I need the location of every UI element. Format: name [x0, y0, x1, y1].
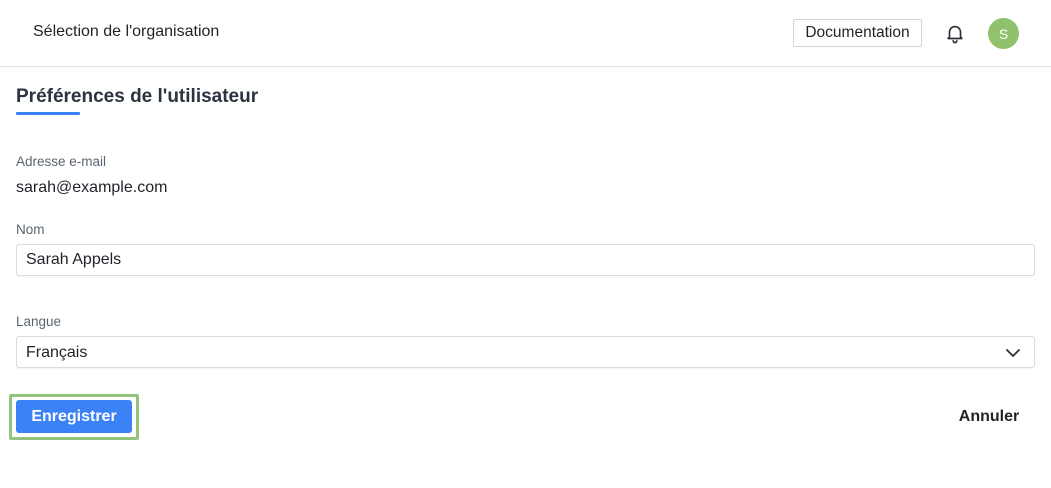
email-label: Adresse e-mail	[16, 154, 107, 169]
language-select[interactable]: Français	[16, 336, 1035, 368]
bell-icon[interactable]	[944, 22, 966, 44]
documentation-button[interactable]: Documentation	[793, 19, 922, 47]
chevron-down-icon	[1005, 346, 1021, 358]
language-selected-value: Français	[26, 344, 88, 361]
page-title: Préférences de l'utilisateur	[16, 86, 259, 107]
name-field[interactable]	[16, 244, 1035, 276]
avatar[interactable]: S	[988, 18, 1019, 49]
top-bar: Sélection de l'organisation Documentatio…	[0, 0, 1051, 67]
cancel-button[interactable]: Annuler	[948, 400, 1030, 433]
title-underline	[16, 112, 80, 115]
email-value: sarah@example.com	[16, 179, 168, 196]
save-button[interactable]: Enregistrer	[16, 400, 132, 433]
language-label: Langue	[16, 314, 62, 329]
organization-selector[interactable]: Sélection de l'organisation	[33, 23, 219, 41]
name-label: Nom	[16, 222, 45, 237]
